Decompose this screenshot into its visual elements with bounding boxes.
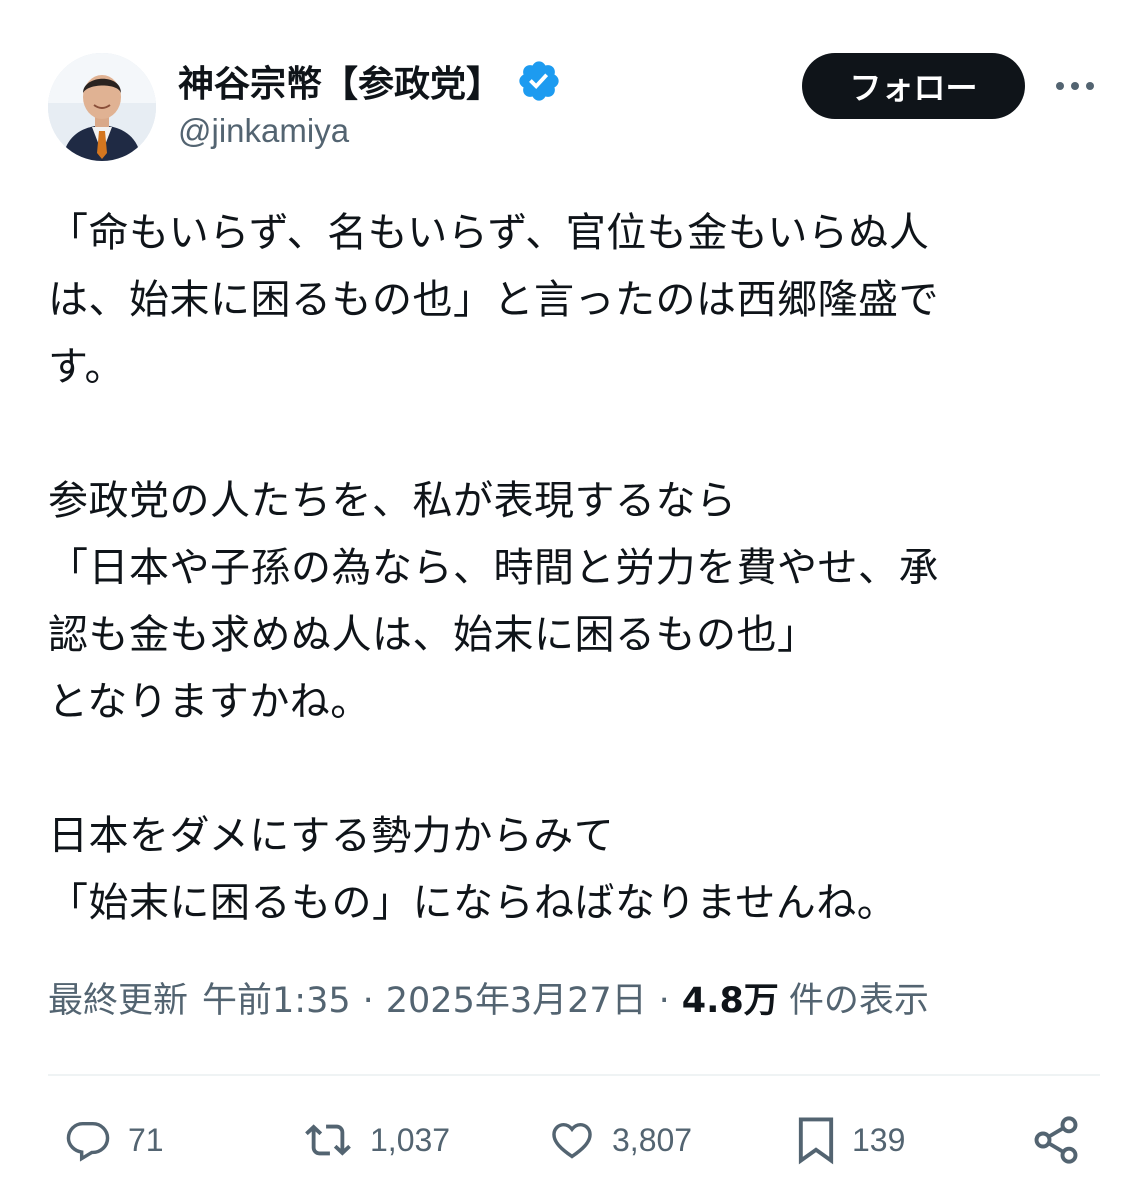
action-bar: 71 1,037 3,807 139 [48,1105,1100,1175]
tweet-text: 「命もいらず、名もいらず、官位も金もいらぬ人 は、始末に困るもの也」と言ったのは… [48,210,939,926]
bookmark-count: 139 [852,1121,906,1158]
share-button[interactable] [1030,1105,1082,1175]
share-icon [1034,1116,1078,1164]
like-button[interactable]: 3,807 [546,1105,692,1175]
author-info: 神谷宗幣【参政党】 @jinkamiya [178,56,562,150]
tweet-header: 神谷宗幣【参政党】 @jinkamiya フォロー [48,50,1108,165]
like-count: 3,807 [612,1121,693,1158]
author-handle[interactable]: @jinkamiya [178,112,562,150]
more-button[interactable] [1052,68,1098,104]
name-row: 神谷宗幣【参政党】 [178,56,562,106]
repost-button[interactable]: 1,037 [300,1105,450,1175]
updated-label: 最終更新 [48,981,189,1021]
follow-button[interactable]: フォロー [802,53,1025,119]
display-name[interactable]: 神谷宗幣【参政党】 [178,55,502,107]
tweet-time[interactable]: 午前1:35 [202,972,351,1023]
bookmark-button[interactable]: 139 [794,1105,905,1175]
views-count[interactable]: 4.8万 [682,972,779,1023]
reply-button[interactable]: 71 [62,1105,164,1175]
heart-icon [552,1122,592,1159]
avatar-image [48,53,156,161]
ellipsis-icon [1056,82,1094,90]
tweet-meta: 最終更新 午前1:35 · 2025年3月27日 · 4.8万 件の表示 [48,972,929,1023]
avatar[interactable] [48,53,156,161]
reply-count: 71 [128,1121,164,1158]
divider [48,1074,1100,1076]
meta-separator: · [658,981,670,1021]
tweet: 神谷宗幣【参政党】 @jinkamiya フォロー 「命もいらず、名もいらず、官… [0,0,1145,1200]
meta-separator: · [362,981,374,1021]
reply-icon [66,1121,110,1162]
tweet-date[interactable]: 2025年3月27日 [386,972,647,1023]
repost-count: 1,037 [370,1121,451,1158]
bookmark-icon [798,1117,834,1165]
verified-badge-icon [519,61,559,101]
repost-icon [305,1124,351,1156]
views-label: 件の表示 [788,981,929,1021]
